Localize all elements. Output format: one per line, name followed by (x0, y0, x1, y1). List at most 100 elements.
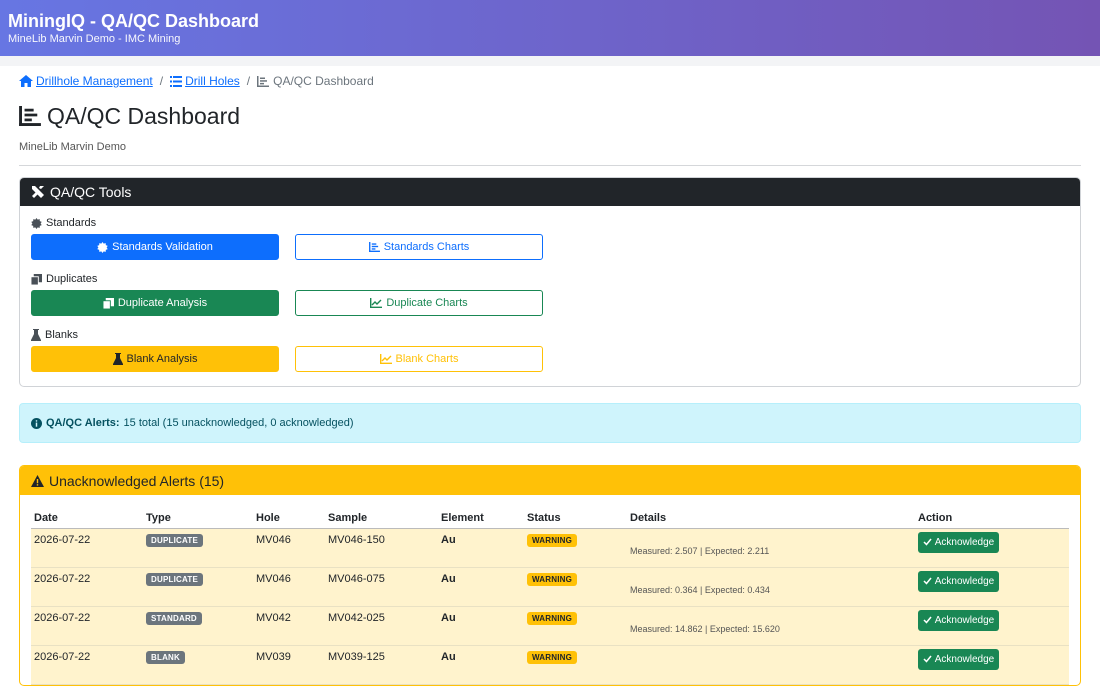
column-header-date: Date (31, 509, 143, 529)
acknowledge-button[interactable]: Acknowledge (918, 570, 999, 592)
cell-status: WARNING (524, 567, 627, 607)
duplicate-charts-label: Duplicate Charts (386, 297, 468, 309)
status-badge: WARNING (527, 533, 578, 547)
breadcrumb-current: QA/QC Dashboard (257, 74, 374, 88)
cell-action: Acknowledge (915, 528, 1069, 568)
main-content: Drillhole Management / Drill Holes / QA/… (0, 66, 1100, 686)
breadcrumb-drill-holes[interactable]: Drill Holes (170, 74, 240, 88)
blanks-buttons: Blank Analysis Blank Charts (31, 346, 1069, 372)
qaqc-tools-title: QA/QC Tools (50, 184, 132, 200)
home-icon (19, 75, 33, 87)
blanks-group-label: Blanks (31, 328, 1069, 342)
unacknowledged-alerts-title: Unacknowledged Alerts (15) (49, 472, 225, 489)
acknowledge-label: Acknowledge (934, 575, 995, 587)
alerts-table-wrapper: Date Type Hole Sample Element Status Det… (20, 495, 1080, 685)
bar-chart-icon (368, 242, 380, 252)
table-row: 2026-07-22 DUPLICATE MV046 MV046-075 Au … (31, 567, 1069, 607)
cell-date: 2026-07-22 (31, 567, 143, 607)
duplicates-label: Duplicates (46, 273, 98, 285)
blank-analysis-button[interactable]: Blank Analysis (31, 346, 279, 372)
standards-label: Standards (46, 217, 97, 229)
cell-sample: MV046-150 (325, 528, 438, 568)
cell-element: Au (438, 606, 524, 646)
app-subtitle: MineLib Marvin Demo - IMC Mining (8, 33, 181, 45)
cell-details: Measured: 2.507 | Expected: 2.211 (627, 528, 915, 568)
details-text (630, 651, 912, 663)
line-chart-icon (370, 298, 383, 308)
check-icon (923, 577, 932, 585)
duplicates-buttons: Duplicate Analysis Duplicate Charts (31, 290, 1069, 316)
table-row: 2026-07-22 BLANK MV039 MV039-125 Au WARN… (31, 645, 1069, 685)
breadcrumb-separator: / (246, 74, 251, 88)
type-badge: STANDARD (146, 611, 202, 625)
page-title-text: QA/QC Dashboard (47, 102, 241, 129)
divider (19, 165, 1081, 166)
breadcrumb-current-label: QA/QC Dashboard (273, 74, 374, 88)
standards-group-label: Standards (31, 216, 1069, 230)
column-header-details: Details (627, 509, 915, 529)
blank-analysis-label: Blank Analysis (126, 353, 198, 365)
status-badge: WARNING (527, 650, 578, 664)
duplicate-analysis-label: Duplicate Analysis (117, 297, 208, 309)
column-header-type: Type (143, 509, 253, 529)
app-title: MiningIQ - QA/QC Dashboard (8, 11, 259, 31)
type-badge: DUPLICATE (146, 572, 203, 586)
status-badge: WARNING (527, 572, 578, 586)
standards-charts-button[interactable]: Standards Charts (295, 234, 543, 260)
warning-triangle-icon (31, 474, 44, 487)
page-subtitle: MineLib Marvin Demo (19, 141, 126, 153)
info-icon (31, 417, 42, 429)
line-chart-icon (379, 354, 392, 364)
breadcrumb-drillhole-management-label: Drillhole Management (36, 74, 153, 88)
duplicate-analysis-button[interactable]: Duplicate Analysis (31, 290, 279, 316)
cell-details (627, 645, 915, 685)
breadcrumb-drillhole-management[interactable]: Drillhole Management (19, 74, 153, 88)
unacknowledged-alerts-card: Unacknowledged Alerts (15) Date Type Hol… (19, 465, 1081, 686)
copy-icon (102, 297, 114, 309)
cell-hole: MV046 (253, 567, 325, 607)
cell-date: 2026-07-22 (31, 528, 143, 568)
breadcrumb-drill-holes-label: Drill Holes (185, 74, 240, 88)
type-badge: BLANK (146, 650, 185, 664)
certificate-icon (31, 217, 42, 229)
acknowledge-button[interactable]: Acknowledge (918, 531, 999, 553)
alerts-table-header-row: Date Type Hole Sample Element Status Det… (31, 509, 1069, 529)
cell-hole: MV039 (253, 645, 325, 685)
flask-icon (31, 329, 41, 341)
cell-date: 2026-07-22 (31, 606, 143, 646)
unacknowledged-alerts-header: Unacknowledged Alerts (15) (20, 466, 1080, 495)
cell-type: DUPLICATE (143, 528, 253, 568)
flask-icon (112, 353, 123, 365)
cell-action: Acknowledge (915, 567, 1069, 607)
check-icon (923, 616, 932, 624)
cell-status: WARNING (524, 606, 627, 646)
header-strip (0, 56, 1100, 66)
cell-details: Measured: 0.364 | Expected: 0.434 (627, 567, 915, 607)
blank-charts-button[interactable]: Blank Charts (295, 346, 543, 372)
standards-validation-label: Standards Validation (112, 241, 213, 253)
details-text: Measured: 14.862 | Expected: 15.620 (630, 623, 780, 634)
qaqc-alerts-label: QA/QC Alerts: (46, 417, 120, 429)
acknowledge-label: Acknowledge (934, 536, 995, 548)
acknowledge-button[interactable]: Acknowledge (918, 609, 999, 631)
qaqc-tools-card: QA/QC Tools Standards Standards Validati… (19, 177, 1081, 387)
cell-details: Measured: 14.862 | Expected: 15.620 (627, 606, 915, 646)
blank-charts-label: Blank Charts (395, 353, 459, 365)
cell-type: STANDARD (143, 606, 253, 646)
alerts-table: Date Type Hole Sample Element Status Det… (31, 509, 1069, 685)
blanks-label: Blanks (45, 329, 79, 341)
column-header-action: Action (915, 509, 1069, 529)
check-icon (923, 538, 932, 546)
cell-hole: MV046 (253, 528, 325, 568)
table-row: 2026-07-22 STANDARD MV042 MV042-025 Au W… (31, 606, 1069, 646)
standards-validation-button[interactable]: Standards Validation (31, 234, 279, 260)
table-row: 2026-07-22 DUPLICATE MV046 MV046-150 Au … (31, 528, 1069, 568)
cell-action: Acknowledge (915, 606, 1069, 646)
standards-buttons: Standards Validation Standards Charts (31, 234, 1069, 260)
qaqc-tools-header: QA/QC Tools (20, 178, 1080, 206)
cell-type: BLANK (143, 645, 253, 685)
cell-action: Acknowledge (915, 645, 1069, 685)
duplicate-charts-button[interactable]: Duplicate Charts (295, 290, 543, 316)
cell-element: Au (438, 528, 524, 568)
acknowledge-button[interactable]: Acknowledge (918, 648, 999, 670)
